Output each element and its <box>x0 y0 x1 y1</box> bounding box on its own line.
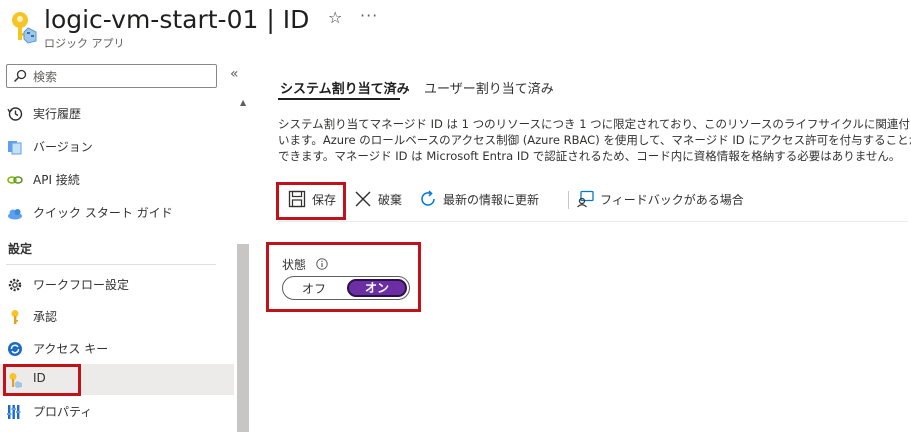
highlight-box-identity <box>3 364 81 396</box>
sidebar-item-label: API 接続 <box>33 173 80 187</box>
key-icon <box>11 310 19 324</box>
sidebar-item-label: バージョン <box>33 140 93 154</box>
refresh-icon <box>421 190 435 206</box>
more-icon[interactable]: ··· <box>360 6 378 25</box>
sidebar-item-versions[interactable]: バージョン <box>0 131 234 162</box>
refresh-button[interactable]: 最新の情報に更新 <box>419 189 559 209</box>
resource-type: ロジック アプリ <box>44 37 125 50</box>
tab-user-assigned[interactable]: ユーザー割り当て済み <box>424 78 554 97</box>
sidebar-item-label: 実行履歴 <box>33 107 82 121</box>
highlight-box-status <box>266 242 421 312</box>
page-header: logic-vm-start-01 | ID ☆ ··· ロジック アプリ <box>0 0 911 56</box>
logic-app-key-icon <box>12 12 37 44</box>
description-text: システム割り当てマネージド ID は 1 つのリソースにつき 1 つに限定されて… <box>278 116 911 164</box>
scroll-up-icon[interactable]: ▲ <box>240 98 246 107</box>
refresh-label: 最新の情報に更新 <box>443 193 540 207</box>
active-tab-indicator <box>278 98 400 100</box>
discard-label: 破棄 <box>378 193 403 207</box>
section-divider <box>6 264 216 265</box>
versions-icon <box>8 141 22 155</box>
description-line: できます。マネージド ID は Microsoft Entra ID で認証され… <box>278 149 901 163</box>
main-content: システム割り当て済み ユーザー割り当て済み システム割り当てマネージド ID は… <box>266 58 911 432</box>
feedback-button[interactable]: フィードバックがある場合 <box>576 189 744 209</box>
search-placeholder: 検索 <box>33 70 58 84</box>
sidebar-item-label: プロパティ <box>33 405 93 419</box>
sidebar-item-label: 承認 <box>33 310 58 324</box>
properties-icon <box>7 405 21 419</box>
refresh-key-icon <box>8 342 22 356</box>
api-connection-icon <box>7 176 23 184</box>
command-bar: 保存 破棄 最新の情報に更新 フィードバックがある場合 <box>278 183 908 215</box>
sidebar-item-workflow-settings[interactable]: ワークフロー設定 <box>0 269 234 300</box>
toolbar-separator <box>568 191 569 209</box>
cloud-quickstart-icon <box>8 209 22 220</box>
highlight-box-save <box>276 182 346 220</box>
sidebar-item-run-history[interactable]: 実行履歴 <box>0 98 234 129</box>
sidebar-item-access-keys[interactable]: アクセス キー <box>0 333 234 364</box>
feedback-label: フィードバックがある場合 <box>600 193 744 207</box>
close-icon <box>355 191 371 207</box>
toolbar-divider <box>278 221 908 222</box>
star-icon[interactable]: ☆ <box>328 8 342 27</box>
sidebar-item-api-connections[interactable]: API 接続 <box>0 164 234 195</box>
search-icon <box>13 69 27 83</box>
history-icon <box>7 107 23 121</box>
tab-system-assigned[interactable]: システム割り当て済み <box>280 78 410 97</box>
search-input[interactable]: 検索 <box>6 64 217 88</box>
description-line: います。Azure のロールベースのアクセス制御 (Azure RBAC) を使… <box>278 133 911 147</box>
discard-button[interactable]: 破棄 <box>354 189 410 209</box>
sidebar-item-authorization[interactable]: 承認 <box>0 301 234 332</box>
gear-icon <box>8 278 22 292</box>
page-title: logic-vm-start-01 | ID <box>44 5 310 34</box>
sidebar-item-label: アクセス キー <box>33 342 109 356</box>
sidebar: 検索 « 実行履歴 バージョン API 接続 クイック スタート ガイド 設定 … <box>0 58 250 432</box>
feedback-icon <box>577 190 594 208</box>
sidebar-item-label: ワークフロー設定 <box>33 278 130 292</box>
description-line: システム割り当てマネージド ID は 1 つのリソースにつき 1 つに限定されて… <box>278 117 911 131</box>
scrollbar-thumb[interactable] <box>237 244 249 432</box>
section-title-settings: 設定 <box>8 242 33 256</box>
sidebar-item-properties[interactable]: プロパティ <box>0 396 234 427</box>
sidebar-item-label: クイック スタート ガイド <box>33 206 173 220</box>
sidebar-item-quickstart[interactable]: クイック スタート ガイド <box>0 197 234 228</box>
collapse-sidebar-icon[interactable]: « <box>230 66 239 82</box>
